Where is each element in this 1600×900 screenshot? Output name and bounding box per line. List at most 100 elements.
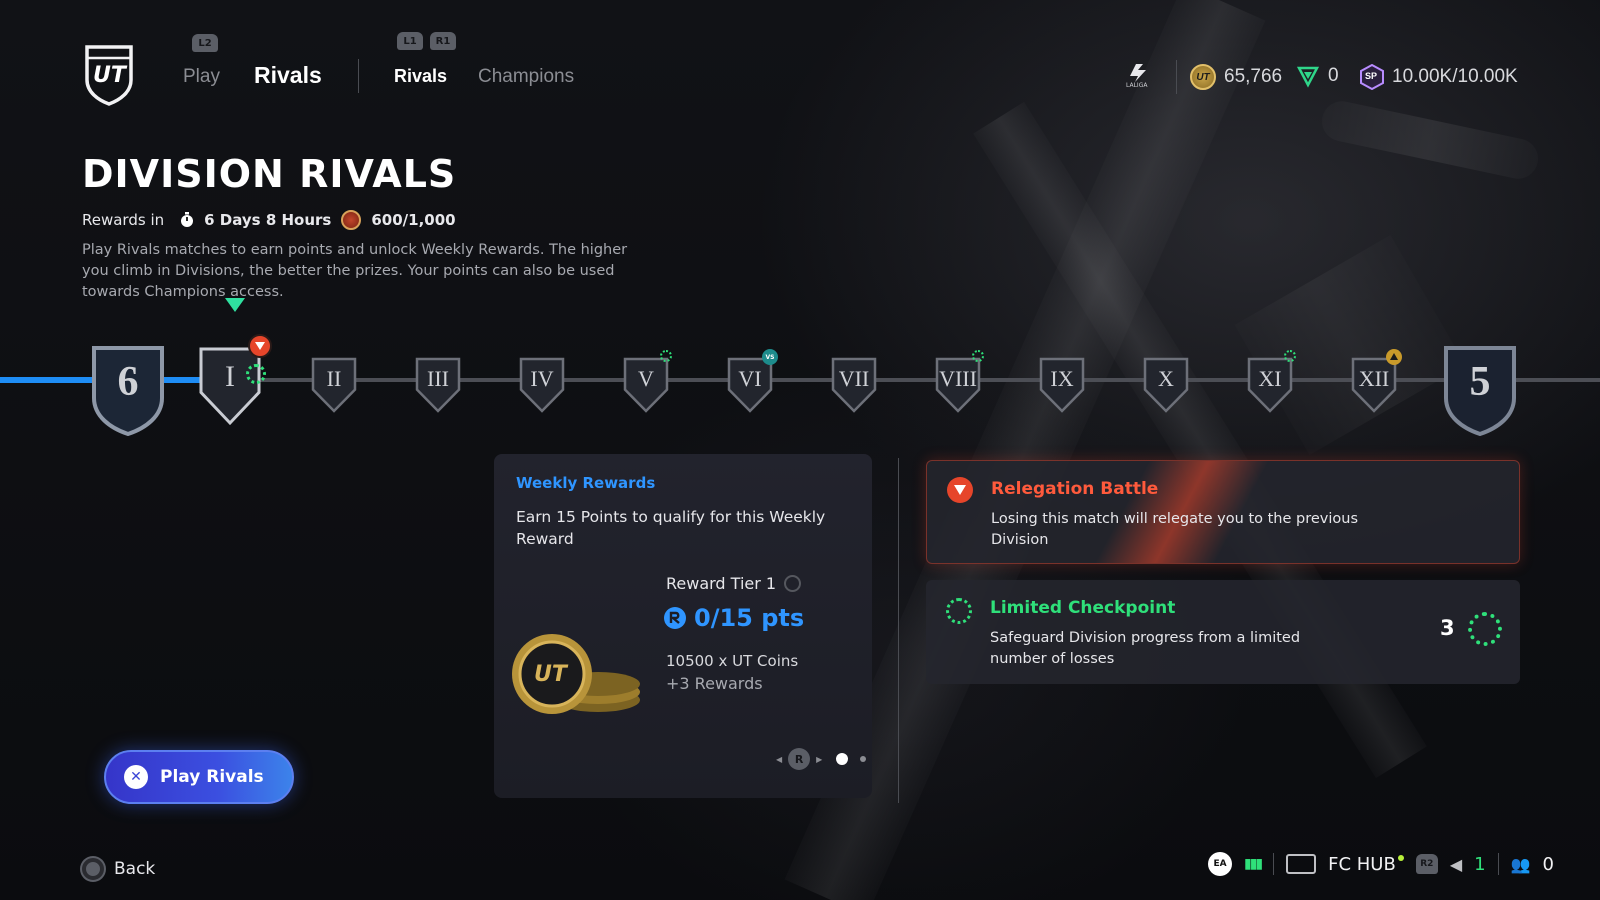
division-step-label: VIII <box>939 366 977 391</box>
current-position-marker <box>225 298 245 312</box>
checkpoint-icon <box>946 598 972 624</box>
r-stick-button[interactable]: R <box>788 748 811 770</box>
r2-button-hint: R2 <box>1415 854 1438 874</box>
divider <box>1497 853 1499 875</box>
division-step-label: III <box>427 366 449 391</box>
checkpoint-marker-icon <box>972 350 984 362</box>
division-step-11[interactable]: XI <box>1246 356 1294 414</box>
l2-button-hint: L2 <box>192 34 218 52</box>
limited-checkpoint-card: Limited Checkpoint Safeguard Division pr… <box>926 580 1520 684</box>
division-step-8[interactable]: VIII <box>934 356 982 414</box>
notification-dot <box>1397 855 1404 861</box>
relegation-marker-icon <box>248 334 272 358</box>
camera-icon <box>1286 854 1317 874</box>
signal-icon: ▮▮▮ <box>1244 856 1263 872</box>
nav-tab-play[interactable]: Play <box>183 66 220 88</box>
division-step-4[interactable]: IV <box>518 356 566 414</box>
play-rivals-button[interactable]: ✕ Play Rivals <box>104 750 294 804</box>
coin-icon: UT <box>1190 64 1216 90</box>
division-step-7[interactable]: VII <box>830 356 878 414</box>
count-b: 0 <box>1542 853 1554 875</box>
division-step-label: I <box>225 360 235 393</box>
pager-right-arrow-icon: ▶ <box>816 754 823 764</box>
fc-hub-label[interactable]: FC HUB <box>1328 854 1396 875</box>
checkpoint-marker-icon <box>1284 350 1296 362</box>
reward-points-value: 0/15 pts <box>694 604 805 632</box>
back-button[interactable]: Back <box>82 858 155 880</box>
play-rivals-label: Play Rivals <box>160 767 264 787</box>
weekly-rewards-heading: Weekly Rewards <box>516 474 656 492</box>
checkpoint-count-icon <box>1468 612 1502 646</box>
count-a: 1 <box>1474 853 1486 875</box>
checkpoint-marker-icon <box>246 364 266 384</box>
sp-value: 10.00K/10.00K <box>1392 66 1518 87</box>
division-current-badge[interactable]: 6 <box>90 344 166 436</box>
footer-status-bar: EA ▮▮▮ FC HUB R2 ◀ 1 👥 0 <box>1208 852 1554 876</box>
l1-button-hint: L1 <box>397 32 423 50</box>
back-label: Back <box>114 859 156 879</box>
subtab-rivals[interactable]: Rivals <box>394 66 447 87</box>
relegation-battle-card: Relegation Battle Losing this match will… <box>926 460 1520 564</box>
ut-logo-text: UT <box>93 63 126 88</box>
relegation-body: Losing this match will relegate you to t… <box>991 511 1359 548</box>
reward-pager[interactable]: ◀ R ▶ <box>776 748 867 770</box>
weekly-rewards-body: Earn 15 Points to qualify for this Weekl… <box>516 508 826 548</box>
page-description: Play Rivals matches to earn points and u… <box>82 242 628 300</box>
divider <box>1273 853 1275 875</box>
relegation-icon <box>947 477 973 503</box>
division-step-label: VI <box>738 366 762 391</box>
rewards-in-label: Rewards in <box>82 211 165 229</box>
nav-tab-rivals[interactable]: Rivals <box>254 62 322 89</box>
section-divider <box>898 458 899 803</box>
page-title: DIVISION RIVALS <box>82 152 457 196</box>
rewards-timer-row: Rewards in 6 Days 8 Hours 600/1,000 <box>82 210 456 230</box>
division-step-9[interactable]: IX <box>1038 356 1086 414</box>
division-next-number: 5 <box>1469 359 1491 405</box>
cross-button-icon: ✕ <box>124 765 148 789</box>
points-balance: 0 <box>1296 64 1339 88</box>
weekly-rewards-card[interactable]: Weekly Rewards Earn 15 Points to qualify… <box>494 454 872 798</box>
division-current-number: 6 <box>117 359 139 405</box>
r1-button-hint: R1 <box>430 32 456 50</box>
division-step-10[interactable]: X <box>1142 356 1190 414</box>
rewards-progress: 600/1,000 <box>371 211 456 229</box>
reward-more: +3 Rewards <box>666 674 763 693</box>
pager-dot-active[interactable] <box>836 753 849 765</box>
circle-button-icon <box>82 858 104 880</box>
promotion-marker-icon <box>1386 349 1402 365</box>
coins-value: 65,766 <box>1224 66 1283 87</box>
division-step-label: IX <box>1050 366 1074 391</box>
sp-balance: SP 10.00K/10.00K <box>1360 63 1518 91</box>
relegation-title: Relegation Battle <box>991 479 1159 499</box>
division-next-badge[interactable]: 5 <box>1442 344 1518 436</box>
division-step-label: X <box>1158 366 1174 391</box>
points-gem-icon <box>1296 64 1320 88</box>
division-step-label: II <box>326 366 342 391</box>
reward-tier-label: Reward Tier 1 <box>666 574 777 593</box>
sp-icon: SP <box>1360 63 1384 91</box>
ea-icon: EA <box>1208 852 1232 876</box>
laliga-icon: LALIGA <box>1126 62 1160 92</box>
division-step-3[interactable]: III <box>414 356 462 414</box>
pager-dot[interactable] <box>860 756 867 762</box>
subtab-champions[interactable]: Champions <box>478 66 574 88</box>
pager-left-arrow-icon: ◀ <box>776 754 783 764</box>
division-step-label: XII <box>1358 366 1390 391</box>
laliga-label: LALIGA <box>1126 82 1148 89</box>
points-value: 0 <box>1328 65 1339 86</box>
rewards-time: 6 Days 8 Hours <box>204 211 332 229</box>
division-step-5[interactable]: V <box>622 356 670 414</box>
trophy-icon <box>341 210 362 230</box>
division-step-label: IV <box>530 366 554 391</box>
rivals-points-icon <box>664 607 686 629</box>
sp-icon-label: SP <box>1365 71 1378 81</box>
division-step-2[interactable]: II <box>310 356 358 414</box>
division-step-1[interactable]: I <box>198 346 262 426</box>
reward-item: 10500 x UT Coins <box>666 652 799 670</box>
reward-points-progress: 0/15 pts <box>664 604 804 632</box>
nav-divider <box>358 59 359 93</box>
ut-coins-reward-icon: UT <box>512 630 642 720</box>
division-step-label: VII <box>838 366 870 391</box>
vs-marker-icon: VS <box>762 349 778 365</box>
tier-status-circle-icon <box>784 575 802 592</box>
